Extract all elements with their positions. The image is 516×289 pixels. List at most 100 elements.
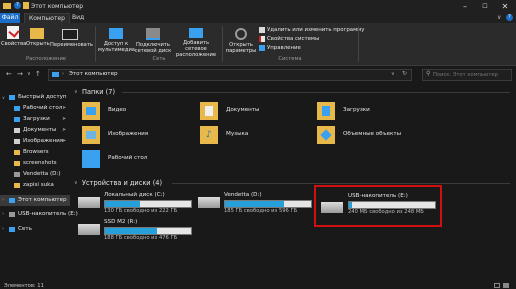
sidebar-item-documents[interactable]: Документы ➤: [0, 125, 70, 136]
group-divider: [95, 26, 96, 62]
documents-folder-icon: [200, 102, 218, 120]
sidebar-item-pictures[interactable]: Изображения ➤: [0, 136, 70, 147]
usb-drive-icon: [321, 202, 343, 213]
drive-usage-fill: [225, 201, 285, 207]
drive-icon: [14, 172, 20, 177]
open-label: Открыть: [26, 41, 50, 47]
up-arrow-icon[interactable]: ↑: [35, 70, 41, 78]
tiles-view-icon[interactable]: [503, 283, 509, 288]
rename-label: Переименовать: [50, 42, 93, 48]
sidebar-item-quick-access[interactable]: ∨ Быстрый доступ: [0, 92, 70, 103]
tab-file[interactable]: Файл: [0, 13, 20, 23]
sidebar-item-screenshots[interactable]: screenshots: [0, 158, 70, 169]
close-icon[interactable]: ✕: [495, 1, 515, 12]
map-network-drive-button[interactable]: Подключить сетевой диск: [134, 26, 172, 54]
breadcrumb-path[interactable]: Этот компьютер: [69, 71, 118, 77]
minimize-icon[interactable]: –: [455, 1, 475, 12]
folder-item-documents[interactable]: Документы: [200, 102, 260, 124]
help-icon[interactable]: ?: [14, 2, 21, 9]
drive-item-usb[interactable]: USB-накопитель (E:) 240 МБ свободно из 2…: [314, 185, 442, 227]
back-arrow-icon[interactable]: ←: [6, 70, 12, 78]
media-access-button[interactable]: Доступ к мультимедиа: [98, 26, 135, 53]
maximize-icon[interactable]: ☐: [475, 1, 495, 12]
status-bar: Элементов: 11: [0, 283, 516, 289]
manage-button[interactable]: Управление: [259, 44, 301, 52]
chevron-down-icon[interactable]: ∨: [74, 180, 78, 186]
search-box[interactable]: ⚲: [422, 69, 512, 81]
hard-drive-icon: [78, 224, 100, 235]
sidebar-item-network[interactable]: › Сеть: [0, 224, 70, 235]
sidebar-item-desktop[interactable]: Рабочий стол ➤: [0, 103, 70, 114]
open-button[interactable]: Открыть: [26, 26, 50, 47]
uninstall-label: Удалить или изменить программу: [267, 27, 365, 33]
drive-usage-bar: [104, 200, 192, 208]
chevron-right-icon: ›: [2, 197, 4, 203]
address-bar[interactable]: › Этот компьютер ∨ ↻: [48, 69, 412, 81]
folder-item-video[interactable]: Видео: [82, 102, 142, 124]
refresh-icon[interactable]: ↻: [402, 70, 407, 77]
check-icon: [259, 35, 265, 42]
help-icon[interactable]: ?: [506, 14, 513, 21]
folder-item-downloads[interactable]: Загрузки: [317, 102, 377, 124]
network-location-icon: [189, 28, 203, 38]
pin-icon: ➤: [62, 116, 67, 122]
pictures-folder-icon: [82, 126, 100, 144]
rename-icon: [62, 29, 78, 40]
properties-label: Свойства: [1, 41, 27, 47]
folder-icon: [3, 3, 11, 9]
ribbon: Свойства Открыть Переименовать Расположе…: [0, 23, 516, 66]
sidebar-item-usb[interactable]: › USB-накопитель (E:): [0, 209, 78, 220]
folder-icon: [14, 183, 20, 188]
content-pane: ∨ Папки (7) Видео Документы Загрузки Изо…: [72, 88, 516, 283]
uninstall-program-button[interactable]: Удалить или изменить программу: [259, 26, 364, 34]
rename-button[interactable]: Переименовать: [50, 26, 93, 48]
computer-manage-icon: [259, 44, 265, 51]
chevron-down-icon[interactable]: ∨: [74, 89, 78, 95]
search-input[interactable]: [433, 70, 509, 79]
system-properties-label: Свойства системы: [267, 36, 320, 42]
chevron-down-icon[interactable]: ∨: [391, 71, 395, 77]
tab-view[interactable]: Вид: [68, 13, 88, 23]
drive-usage-bar: [348, 201, 436, 209]
address-row: ← → ∨ ↑ › Этот компьютер ∨ ↻ ⚲: [0, 66, 516, 82]
folder-icon: [14, 150, 20, 155]
group-divider: [358, 26, 359, 62]
check-icon[interactable]: [23, 2, 29, 9]
drive-usage-bar: [104, 227, 192, 235]
pin-icon: ➤: [62, 127, 67, 133]
folders-section-header[interactable]: Папки (7): [82, 88, 115, 96]
chevron-down-icon[interactable]: ∨: [497, 14, 501, 21]
documents-icon: [14, 128, 20, 133]
manage-label: Управление: [267, 45, 301, 51]
downloads-folder-icon: [317, 102, 335, 120]
sidebar-item-this-pc[interactable]: › Этот компьютер: [0, 195, 70, 206]
sidebar-item-vendetta[interactable]: Vendetta (D:): [0, 169, 70, 180]
properties-button[interactable]: Свойства: [1, 26, 27, 47]
folder-icon: [14, 161, 20, 166]
drive-item-c[interactable]: Локальный диск (C:) 130 ГБ свободно из 2…: [78, 190, 192, 216]
details-view-icon[interactable]: [494, 283, 500, 288]
sidebar-item-downloads[interactable]: Загрузки ➤: [0, 114, 70, 125]
folder-item-3d-objects[interactable]: Объемные объекты: [317, 126, 401, 148]
drive-item-r[interactable]: SSD M2 (R:) 188 ГБ свободно из 476 ГБ: [78, 217, 192, 243]
folder-item-music[interactable]: ♪ Музыка: [200, 126, 260, 148]
open-settings-button[interactable]: Открыть параметры: [225, 26, 257, 54]
forward-arrow-icon[interactable]: →: [17, 70, 23, 78]
drive-usage-fill: [105, 201, 141, 207]
system-group-label: Система: [278, 56, 302, 62]
sidebar-item-zapisi[interactable]: zapisi suka: [0, 180, 70, 191]
drive-item-d[interactable]: Vendetta (D:) 185 ГБ свободно из 596 ГБ: [198, 190, 312, 216]
sidebar-item-browsers[interactable]: Browsers: [0, 147, 70, 158]
folder-item-desktop[interactable]: Рабочий стол: [82, 150, 147, 172]
folder-item-pictures[interactable]: Изображения: [82, 126, 148, 148]
pin-icon: ➤: [62, 105, 67, 111]
navigation-pane: ∨ Быстрый доступ Рабочий стол ➤ Загрузки…: [0, 88, 78, 283]
chevron-down-icon[interactable]: ∨: [27, 71, 31, 77]
ribbon-tabs: Файл Компьютер Вид ∨ ?: [0, 13, 516, 24]
system-properties-button[interactable]: Свойства системы: [259, 35, 319, 43]
add-network-location-button[interactable]: Добавить сетевое расположение: [172, 26, 220, 58]
computer-icon: [52, 72, 59, 77]
music-folder-icon: ♪: [200, 126, 218, 144]
desktop-folder-icon: [82, 150, 100, 168]
drives-section-header[interactable]: Устройства и диски (4): [82, 179, 162, 187]
